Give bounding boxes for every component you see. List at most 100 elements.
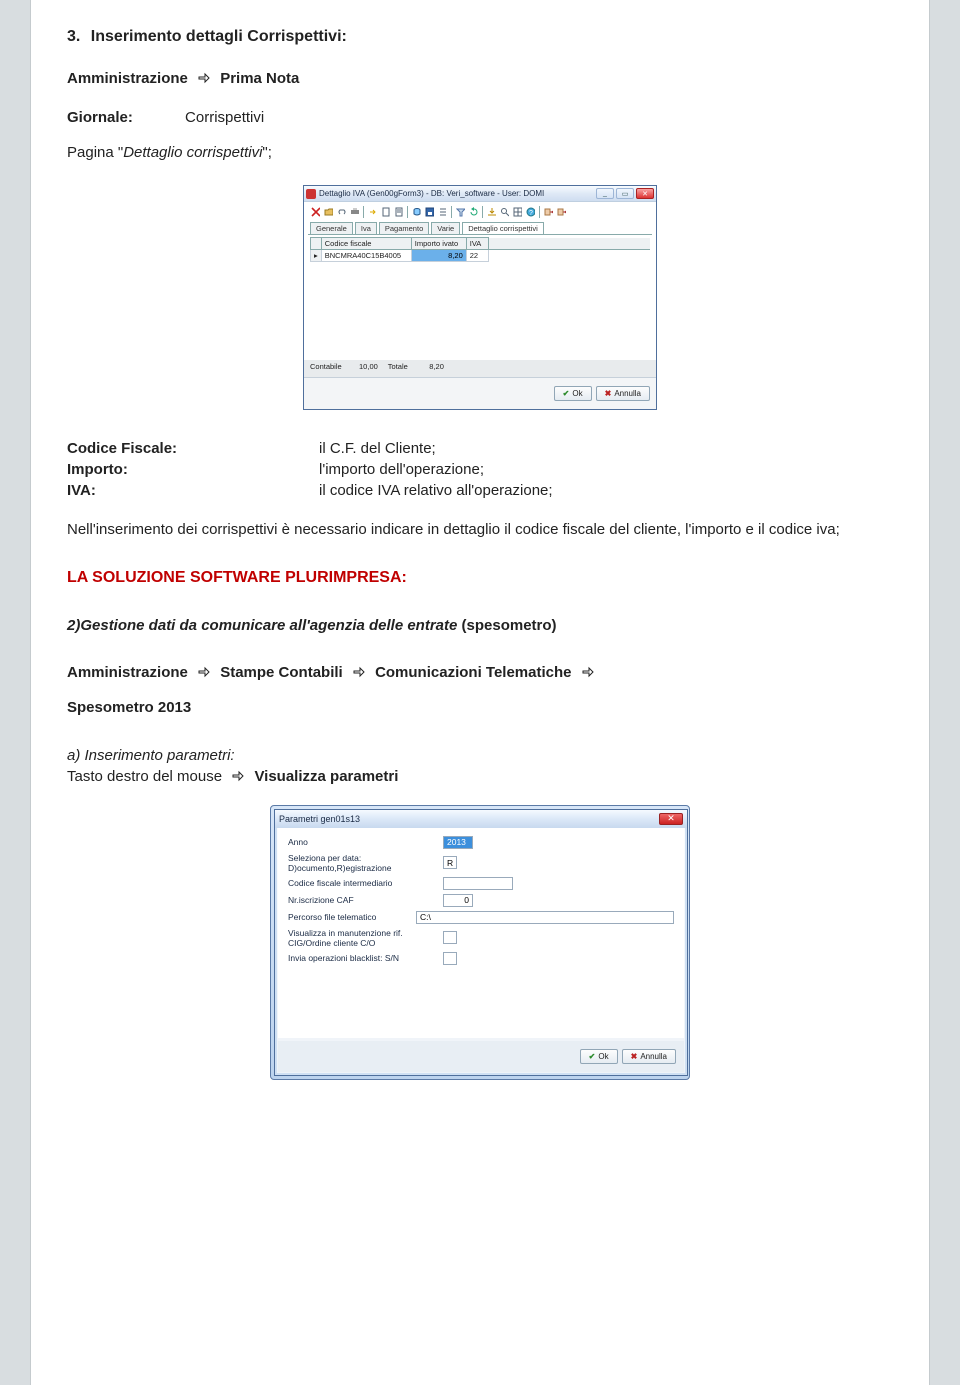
def-iva-value: il codice IVA relativo all'operazione; [319,482,893,499]
cell-importo[interactable]: 8,20 [411,250,466,262]
breadcrumb-2-line2: Spesometro 2013 [67,695,893,721]
giornale-value: Corrispettivi [185,109,264,126]
anno-input[interactable] [443,836,473,849]
search-icon[interactable] [499,207,510,218]
doc2-icon[interactable] [393,207,404,218]
check-icon: ✔ [563,389,570,398]
ok-button[interactable]: ✔ Ok [580,1049,618,1064]
breadcrumb-1-a: Amministrazione [67,70,188,87]
refresh-icon[interactable] [468,207,479,218]
tab-pagamento[interactable]: Pagamento [379,222,429,234]
exit2-icon[interactable] [556,207,567,218]
def-cf-label: Codice Fiscale: [67,440,319,457]
cf-intermediario-input[interactable] [443,877,513,890]
paragraph-note: Nell'inserimento dei corrispettivi è nec… [67,519,893,541]
parametri-dialog-outer: Parametri gen01s13 ✕ Anno Seleziona per … [270,805,690,1080]
grid-icon[interactable] [512,207,523,218]
contabile-value: 10,00 [348,362,378,371]
nr-caf-input[interactable] [443,894,473,907]
dialog-titlebar[interactable]: Dettaglio IVA (Gen00gForm3) - DB: Veri_s… [304,186,656,202]
blacklist-input[interactable] [443,952,457,965]
cancel-button-label: Annulla [640,1052,667,1061]
section-number: 3. [67,28,80,45]
breadcrumb-1: Amministrazione Prima Nota [67,70,893,87]
section-2-paren: (spesometro) [457,617,556,634]
seleziona-input[interactable] [443,856,457,869]
attach-icon[interactable] [336,207,347,218]
dialog2-title: Parametri gen01s13 [279,814,659,824]
percorso-input[interactable] [416,911,674,924]
tab-body: Codice fiscale Importo ivato IVA ▸ BNCMR… [308,234,652,354]
solution-heading: LA SOLUZIONE SOFTWARE PLURIMPRESA: [67,569,893,587]
ok-button-label: Ok [572,389,582,398]
percorso-label: Percorso file telematico [288,912,416,922]
table-row[interactable]: ▸ BNCMRA40C15B4005 8,20 22 [311,250,651,262]
visualizza-input[interactable] [443,931,457,944]
step-a2-bold: Visualizza parametri [254,768,398,785]
totals-footer: Contabile 10,00 Totale 8,20 [304,360,656,377]
dialog2-titlebar[interactable]: Parametri gen01s13 ✕ [275,810,687,828]
arrow-icon [198,661,210,687]
ok-button[interactable]: ✔ Ok [554,386,592,401]
def-importo-value: l'importo dell'operazione; [319,461,893,478]
exit1-icon[interactable] [543,207,554,218]
breadcrumb-1-b: Prima Nota [220,70,299,87]
step-a2-pre: Tasto destro del mouse [67,768,226,785]
dettaglio-iva-dialog: Dettaglio IVA (Gen00gForm3) - DB: Veri_s… [303,185,657,410]
parametri-form: Anno Seleziona per data: D)ocumento,R)eg… [278,828,684,1038]
pagina-prefix: Pagina " [67,144,123,161]
dialog-button-bar: ✔ Ok ✖ Annulla [304,377,656,409]
cf-intermediario-label: Codice fiscale intermediario [288,878,443,888]
anno-label: Anno [288,837,443,847]
col-codice-fiscale[interactable]: Codice fiscale [321,238,411,250]
close-button[interactable]: ✕ [659,813,683,825]
db-icon[interactable] [411,207,422,218]
section-heading: 3. Inserimento dettagli Corrispettivi: [67,28,893,46]
svg-text:?: ? [529,210,533,217]
minimize-button[interactable]: _ [596,188,614,199]
arrow-icon[interactable] [367,207,378,218]
tab-generale[interactable]: Generale [310,222,353,234]
help-icon[interactable]: ? [525,207,536,218]
field-definitions: Codice Fiscale: il C.F. del Cliente; Imp… [67,440,893,499]
corrispettivi-grid[interactable]: Codice fiscale Importo ivato IVA ▸ BNCMR… [310,237,650,262]
row-selector-icon[interactable]: ▸ [311,250,322,262]
filter-icon[interactable] [455,207,466,218]
save-icon[interactable] [424,207,435,218]
dialog-tabs: Generale Iva Pagamento Varie Dettaglio c… [304,222,656,234]
maximize-button[interactable]: ▭ [616,188,634,199]
cancel-button[interactable]: ✖ Annulla [596,386,650,401]
tab-varie[interactable]: Varie [431,222,460,234]
section-2-title: 2)Gestione dati da comunicare all'agenzi… [67,617,457,634]
list-icon[interactable] [437,207,448,218]
pagina-suffix: "; [262,144,272,161]
pagina-line: Pagina "Dettaglio corrispettivi"; [67,144,893,161]
col-iva[interactable]: IVA [466,238,488,250]
x-icon: ✖ [631,1052,638,1061]
close-button[interactable]: ✕ [636,188,654,199]
parametri-dialog: Parametri gen01s13 ✕ Anno Seleziona per … [274,809,688,1076]
section-2-heading: 2)Gestione dati da comunicare all'agenzi… [67,617,893,634]
pagina-italic: Dettaglio corrispettivi [123,144,262,161]
print-icon[interactable] [349,207,360,218]
app-icon [306,189,316,199]
open-icon[interactable] [323,207,334,218]
arrow-icon [232,769,244,786]
arrow-icon [198,71,210,88]
x-icon: ✖ [605,389,612,398]
delete-icon[interactable] [310,207,321,218]
blacklist-label: Invia operazioni blacklist: S/N [288,953,443,963]
export-icon[interactable] [486,207,497,218]
tab-dettaglio-corrispettivi[interactable]: Dettaglio corrispettivi [462,222,544,234]
doc1-icon[interactable] [380,207,391,218]
col-importo[interactable]: Importo ivato [411,238,466,250]
tab-iva[interactable]: Iva [355,222,377,234]
section-title-text: Inserimento dettagli Corrispettivi: [91,28,347,45]
bc2-d: Spesometro 2013 [67,699,191,716]
cell-cf[interactable]: BNCMRA40C15B4005 [321,250,411,262]
cancel-button-label: Annulla [614,389,641,398]
arrow-icon [353,661,365,687]
cell-iva[interactable]: 22 [466,250,488,262]
cancel-button[interactable]: ✖ Annulla [622,1049,676,1064]
giornale-line: Giornale: Corrispettivi [67,109,893,126]
